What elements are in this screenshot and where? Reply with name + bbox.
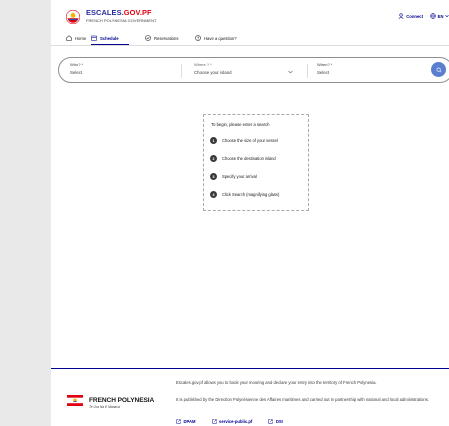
nav-question-label: Have a question? <box>204 35 237 41</box>
where-field[interactable]: Where ? * Choose your island <box>194 62 232 75</box>
footer-links: DPAM service-public.pf DSI <box>176 419 283 424</box>
footer-description: Escales.gov.pf allows you to book your m… <box>176 380 377 385</box>
footer-link-label: service-public.pf <box>219 419 253 424</box>
nav-home[interactable]: Home <box>66 35 86 41</box>
main-nav: Home Schedule Reservations Have a questi… <box>51 30 449 46</box>
step-text: Click Search (magnifying glass) <box>222 192 280 197</box>
instructions-panel: To begin, please enter a search 1 Choose… <box>203 114 309 211</box>
connect-button[interactable]: Connect <box>398 13 423 19</box>
brand-title-part2: GOV.PF <box>123 8 152 17</box>
when-label: When? * <box>317 62 333 67</box>
user-icon <box>398 13 404 19</box>
search-icon <box>436 67 441 72</box>
calendar-icon <box>91 35 97 41</box>
where-value: Choose your island <box>194 69 232 75</box>
footer-link-dpam[interactable]: DPAM <box>176 419 196 424</box>
page: ESCALES.GOV.PF FRENCH POLYNESIA GOVERNME… <box>51 0 449 426</box>
footer-motto: Te Ora Na E Manava <box>89 405 120 409</box>
nav-reservations[interactable]: Reservations <box>145 35 178 41</box>
logo-icon[interactable] <box>66 10 80 24</box>
external-link-icon <box>176 419 181 424</box>
step-text: Choose the destination island <box>222 156 276 161</box>
footer-publisher: It is published by the Direction Polynés… <box>176 397 429 402</box>
active-tab-indicator <box>91 44 129 46</box>
instruction-step: 2 Choose the destination island <box>210 155 276 162</box>
brand-subtitle: FRENCH POLYNESIA GOVERNMENT <box>86 17 157 23</box>
footer-link-service-public[interactable]: service-public.pf <box>211 419 253 424</box>
who-value: Select <box>70 69 83 75</box>
brand-title-part1: ESCALES. <box>86 8 124 17</box>
external-link-icon <box>211 419 217 424</box>
search-button[interactable] <box>431 62 446 77</box>
connect-label: Connect <box>406 13 423 19</box>
step-number: 1 <box>210 137 217 144</box>
footer-link-label: DSI <box>275 419 283 424</box>
who-label: Who? * <box>70 62 84 67</box>
chevron-down-icon <box>445 14 449 18</box>
site-header: ESCALES.GOV.PF FRENCH POLYNESIA GOVERNME… <box>51 0 449 30</box>
nav-schedule[interactable]: Schedule <box>91 35 119 41</box>
divider <box>181 64 182 78</box>
nav-home-label: Home <box>75 35 87 41</box>
home-icon <box>66 35 72 41</box>
when-field[interactable]: When? * Select <box>317 62 332 75</box>
where-label: Where ? * <box>194 62 212 67</box>
question-icon <box>195 35 201 41</box>
step-text: Specify your arrival <box>222 174 257 179</box>
brand-title[interactable]: ESCALES.GOV.PF <box>86 9 152 17</box>
who-field[interactable]: Who? * Select <box>70 62 83 75</box>
language-selector[interactable]: EN <box>430 13 449 19</box>
divider <box>307 64 308 78</box>
nav-question[interactable]: Have a question? <box>195 35 237 41</box>
instruction-step: 4 Click Search (magnifying glass) <box>210 191 279 198</box>
step-number: 2 <box>210 155 217 162</box>
search-bar: Who? * Select Where ? * Choose your isla… <box>58 57 449 83</box>
chevron-down-icon[interactable] <box>288 70 293 74</box>
step-number: 3 <box>210 173 217 180</box>
french-polynesia-flag-icon <box>67 395 83 406</box>
step-number: 4 <box>210 191 217 198</box>
site-footer: FRENCH POLYNESIA Te Ora Na E Manava Esca… <box>51 368 449 426</box>
check-circle-icon <box>145 35 151 41</box>
nav-schedule-label: Schedule <box>100 35 119 41</box>
footer-link-dsi[interactable]: DSI <box>268 419 283 424</box>
globe-icon <box>430 13 436 19</box>
instruction-step: 3 Specify your arrival <box>210 173 257 180</box>
nav-reservations-label: Reservations <box>154 35 179 41</box>
step-text: Choose the size of your vessel <box>222 138 278 143</box>
instructions-title: To begin, please enter a search <box>211 122 270 127</box>
footer-brand-name: FRENCH POLYNESIA <box>89 397 155 404</box>
instruction-step: 1 Choose the size of your vessel <box>210 137 278 144</box>
footer-link-label: DPAM <box>183 419 196 424</box>
when-value: Select <box>317 69 330 75</box>
language-label: EN <box>437 13 444 19</box>
external-link-icon <box>268 419 273 424</box>
